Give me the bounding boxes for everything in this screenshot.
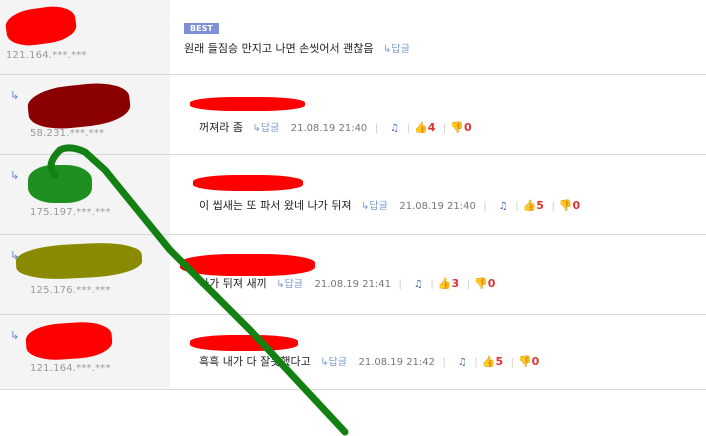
comment-board: 121.164.***.*** BEST 원래 들짐승 만지고 나면 손씻어서 …	[0, 0, 706, 436]
green-scribble-overlay	[47, 144, 349, 436]
